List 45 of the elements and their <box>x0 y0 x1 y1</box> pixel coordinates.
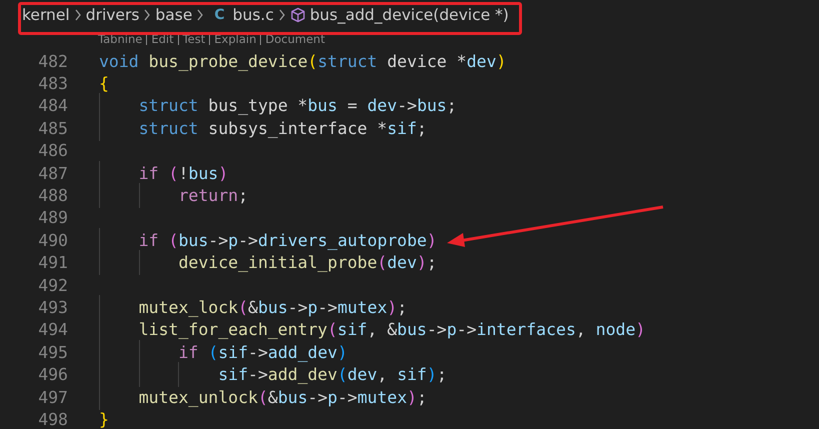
codelens-link[interactable]: Explain <box>214 32 256 46</box>
code-line: if (!bus) <box>99 164 228 183</box>
line-number: 490 <box>37 230 68 250</box>
codelens-link[interactable]: Document <box>265 32 325 46</box>
line-number: 494 <box>37 320 68 340</box>
code-line: mutex_unlock(&bus->p->mutex); <box>99 388 427 407</box>
line-number: 495 <box>37 342 68 362</box>
chevron-right-icon <box>278 9 286 21</box>
line-number: 482 <box>37 52 68 71</box>
line-number: 491 <box>37 253 68 272</box>
code-line: { <box>99 74 109 94</box>
c-file-icon: C <box>214 7 225 23</box>
line-number: 497 <box>37 388 68 407</box>
code-line: return; <box>99 186 248 206</box>
code-line: device_initial_probe(dev); <box>99 253 437 272</box>
line-number: 486 <box>37 141 68 160</box>
code-line: mutex_lock(&bus->p->mutex); <box>99 298 407 317</box>
breadcrumb-item[interactable]: drivers <box>86 6 140 24</box>
code-line: sif->add_dev(dev, sif); <box>99 365 447 384</box>
chevron-right-icon <box>196 9 204 21</box>
line-number: 492 <box>37 276 68 295</box>
cube-icon <box>290 7 306 23</box>
line-number: 498 <box>37 410 68 429</box>
breadcrumb-item[interactable]: base <box>155 6 192 24</box>
line-number: 489 <box>37 208 68 228</box>
line-number: 496 <box>37 365 68 384</box>
breadcrumb-item[interactable]: kernel <box>22 6 70 24</box>
chevron-right-icon <box>143 9 152 21</box>
line-number: 484 <box>37 96 68 116</box>
chevron-right-icon <box>74 9 82 21</box>
breadcrumb-item[interactable]: bus_add_device(device *) <box>310 6 509 24</box>
line-number: 493 <box>37 298 68 317</box>
code-line: if (bus->p->drivers_autoprobe) <box>99 230 437 250</box>
code-line: struct subsys_interface *sif; <box>99 118 427 138</box>
code-line: list_for_each_entry(sif, &bus->p->interfaces, node) <box>99 320 646 340</box>
breadcrumb-item[interactable]: bus.c <box>232 6 274 24</box>
line-number: 488 <box>37 186 68 206</box>
code-line: } <box>99 410 109 429</box>
codelens-link[interactable]: Tabnine <box>98 32 142 46</box>
code-line: void bus_probe_device(struct device *dev) <box>99 52 506 71</box>
code-line: if (sif->add_dev) <box>99 342 348 362</box>
line-number: 487 <box>37 164 68 183</box>
line-number: 483 <box>37 74 68 94</box>
line-number: 485 <box>37 118 68 138</box>
code-line: struct bus_type *bus = dev->bus; <box>99 96 457 116</box>
